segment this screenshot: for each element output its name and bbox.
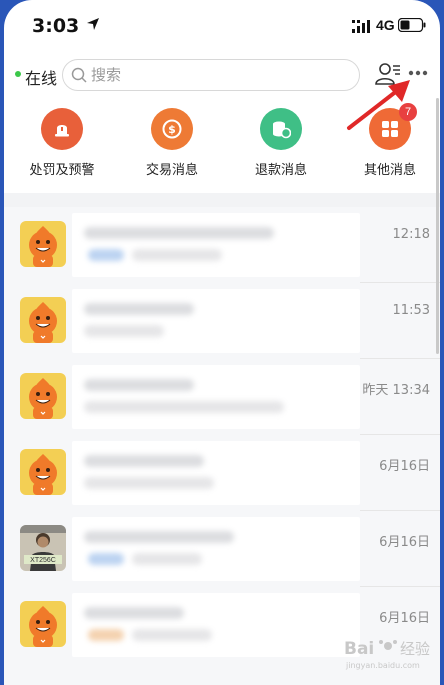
blurred-message-preview: [72, 593, 360, 657]
network-type: 4G: [376, 17, 395, 33]
message-time: 昨天 13:34: [362, 383, 430, 398]
svg-text:$: $: [168, 123, 176, 136]
message-categories: 处罚及预警 $ 交易消息 退款消息 7 其他消息: [4, 103, 440, 192]
grid-icon: 7: [369, 103, 417, 150]
avatar-caption: XT256C: [30, 557, 56, 564]
mascot-avatar: [20, 297, 66, 343]
blurred-message-preview: [72, 213, 360, 277]
category-label: 其他消息: [363, 163, 416, 178]
warning-lamp-icon: [41, 108, 83, 150]
refund-icon: [260, 108, 302, 150]
category-label: 退款消息: [254, 163, 307, 178]
message-time: 12:18: [392, 227, 430, 242]
mascot-avatar: [20, 449, 66, 495]
blurred-message-preview: [72, 289, 360, 353]
search-box[interactable]: [62, 59, 360, 91]
location-arrow-icon: [87, 18, 99, 30]
message-time: 6月16日: [379, 459, 430, 474]
svg-text:jingyan.baidu.com: jingyan.baidu.com: [345, 661, 420, 670]
category-refund[interactable]: 退款消息: [236, 108, 326, 178]
category-other[interactable]: 7 其他消息: [345, 103, 435, 178]
unread-badge: 7: [399, 103, 417, 121]
message-list: 12:18 11:53 昨天 13:34 6月16日 XT256C 6月16日 …: [4, 207, 440, 685]
blurred-message-preview: [72, 441, 360, 505]
search-icon: [71, 67, 87, 83]
baidu-jingyan-watermark: Bai 经验 jingyan.baidu.com: [344, 639, 430, 670]
category-label: 处罚及预警: [29, 163, 95, 178]
online-status-label[interactable]: 在线: [25, 65, 57, 89]
mascot-avatar: [20, 601, 66, 647]
message-item[interactable]: 11:53: [4, 283, 440, 359]
section-divider: [4, 193, 440, 207]
phone-screen: 3:03 4G 在线 搜索 处罚及预警 $ 交易消息 退款消息 7 其他消息 1…: [4, 0, 440, 685]
category-penalty-warning[interactable]: 处罚及预警: [17, 108, 107, 178]
message-time: 6月16日: [379, 611, 430, 626]
mascot-avatar: [20, 373, 66, 419]
message-time: 6月16日: [379, 535, 430, 550]
message-item[interactable]: 昨天 13:34: [4, 359, 440, 435]
status-time: 3:03: [32, 15, 80, 37]
blurred-message-preview: [72, 517, 360, 581]
coin-icon: $: [151, 108, 193, 150]
photo-avatar: XT256C: [20, 525, 66, 571]
blurred-message-preview: [72, 365, 360, 429]
scrollbar[interactable]: [436, 98, 439, 354]
signal-icon: [352, 20, 370, 33]
svg-text:经验: 经验: [400, 640, 430, 658]
battery-icon: [398, 18, 426, 32]
message-item[interactable]: XT256C 6月16日: [4, 511, 440, 587]
category-label: 交易消息: [145, 163, 198, 178]
category-transaction[interactable]: $ 交易消息: [127, 108, 217, 178]
search-input[interactable]: [91, 65, 331, 85]
mascot-avatar: [20, 221, 66, 267]
status-bar: 3:03 4G: [4, 0, 440, 50]
message-item[interactable]: 6月16日: [4, 435, 440, 511]
message-item[interactable]: 12:18: [4, 207, 440, 283]
svg-text:Bai: Bai: [344, 639, 374, 659]
message-time: 11:53: [392, 303, 430, 318]
online-status-dot: [15, 71, 21, 77]
